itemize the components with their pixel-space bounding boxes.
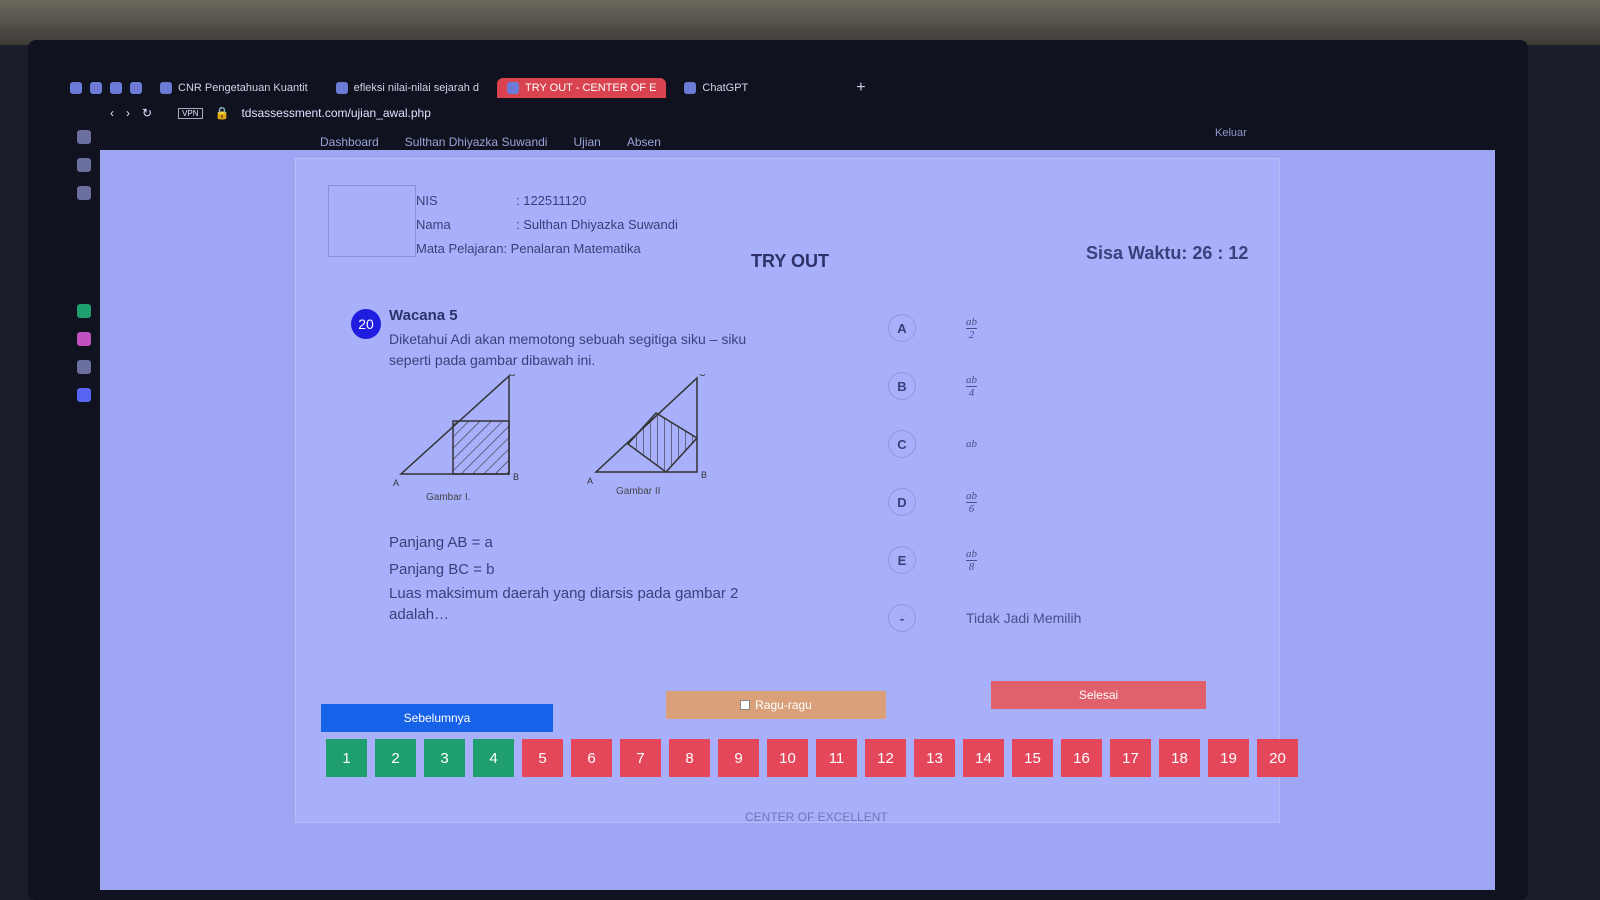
nav-absen[interactable]: Absen [627, 135, 661, 149]
sidebar-app-icon[interactable] [77, 186, 91, 200]
option-a[interactable]: Aab 2 [888, 299, 1081, 357]
globe-icon [335, 82, 348, 94]
question-nav-unanswered[interactable]: 11 [816, 739, 857, 777]
question-nav-answered[interactable]: 3 [424, 739, 465, 777]
question-nav-unanswered[interactable]: 18 [1159, 739, 1200, 777]
browser-sidebar [72, 130, 96, 402]
svg-text:B: B [513, 472, 519, 482]
question-nav-answered[interactable]: 1 [326, 739, 367, 777]
browser-tab[interactable]: ChatGPT [674, 78, 758, 98]
site-nav: Dashboard Sulthan Dhiyazka Suwandi Ujian… [320, 135, 661, 149]
question-nav-unanswered[interactable]: 17 [1110, 739, 1151, 777]
bookmark-icon[interactable] [70, 82, 82, 94]
question-number-badge: 20 [351, 309, 381, 339]
lock-icon: 🔒 [214, 106, 230, 120]
vpn-badge[interactable]: VPN [178, 107, 203, 119]
option-c[interactable]: Cab [888, 415, 1081, 473]
answer-options: Aab 2 Bab 4 Cab Dab 6 Eab 8 - Tidak Jadi Memi… [888, 299, 1081, 647]
forward-icon[interactable]: › [126, 106, 130, 120]
doubt-checkbox[interactable] [740, 700, 751, 710]
url-text[interactable]: tdsassessment.com/ujian_awal.php [241, 106, 430, 120]
question-nav-answered[interactable]: 4 [473, 739, 514, 777]
question-nav-unanswered[interactable]: 7 [620, 739, 661, 777]
figure-1-caption: Gambar I. [426, 492, 471, 503]
svg-text:B: B [701, 470, 707, 480]
svg-text:A: A [587, 476, 593, 486]
address-bar[interactable]: ‹ › ↻ VPN 🔒 tdsassessment.com/ujian_awal.p… [110, 106, 431, 120]
browser-tab-bar: CNR Pengetahuan Kuantit efleksi nilai-ni… [70, 74, 1470, 102]
logout-link[interactable]: Keluar [1215, 127, 1247, 139]
reload-icon[interactable]: ↻ [142, 106, 152, 120]
question-nav-unanswered[interactable]: 5 [522, 739, 563, 777]
option-d[interactable]: Dab 6 [888, 473, 1081, 531]
question-nav-unanswered[interactable]: 13 [914, 739, 955, 777]
figure-2 [594, 376, 699, 474]
option-e[interactable]: Eab 8 [888, 531, 1081, 589]
question-nav-unanswered[interactable]: 10 [767, 739, 808, 777]
whatsapp-icon[interactable] [77, 304, 91, 318]
student-info: NIS: 122511120 Nama: Sulthan Dhiyazka Su… [416, 193, 678, 256]
nav-profile[interactable]: Sulthan Dhiyazka Suwandi [405, 135, 548, 149]
sidebar-app-icon[interactable] [77, 130, 91, 144]
figure-1 [399, 374, 510, 475]
browser-tab-active[interactable]: TRY OUT - CENTER OF E [497, 78, 667, 98]
bookmark-icon[interactable] [90, 82, 102, 94]
question-nav-unanswered[interactable]: 16 [1061, 739, 1102, 777]
browser-tab[interactable]: efleksi nilai-nilai sejarah d [326, 78, 489, 98]
option-none[interactable]: - Tidak Jadi Memilih [888, 589, 1081, 647]
sidebar-app-icon[interactable] [77, 158, 91, 172]
question-navigation: 1 2 3 4 5 6 7 8 9 10 11 12 13 14 15 16 17 18 19 20 [326, 739, 1298, 777]
question-figures: A B C A B C Gambar I. Gambar II [391, 368, 731, 519]
question-text: Diketahui Adi akan memotong sebuah segit… [389, 331, 747, 368]
nav-dashboard[interactable]: Dashboard [320, 135, 379, 149]
chatgpt-icon [684, 82, 697, 94]
option-b[interactable]: Bab 4 [888, 357, 1081, 415]
question-nav-unanswered[interactable]: 12 [865, 739, 906, 777]
question-heading: Wacana 5 [389, 307, 458, 324]
page-title: TRY OUT [751, 251, 830, 271]
doubt-button[interactable]: Ragu-ragu [666, 691, 886, 719]
browser-tab[interactable]: CNR Pengetahuan Kuantit [150, 78, 318, 98]
instagram-icon[interactable] [77, 332, 91, 346]
question-details: Panjang AB = a Panjang BC = b Luas maksi… [389, 534, 739, 623]
drive-icon [160, 82, 172, 94]
finish-button[interactable]: Selesai [991, 681, 1206, 709]
exam-card: NIS: 122511120 Nama: Sulthan Dhiyazka Su… [295, 158, 1298, 823]
previous-button[interactable]: Sebelumnya [321, 704, 553, 732]
back-icon[interactable]: ‹ [110, 106, 114, 120]
svg-text:C: C [699, 374, 706, 378]
bookmark-icon[interactable] [130, 82, 142, 94]
question-nav-unanswered[interactable]: 8 [669, 739, 710, 777]
question-nav-unanswered[interactable]: 20 [1257, 739, 1298, 777]
globe-icon [507, 82, 519, 94]
figure-2-caption: Gambar II [616, 486, 661, 497]
new-tab-button[interactable]: + [856, 79, 865, 97]
bookmark-icon[interactable] [110, 82, 122, 94]
wall-background [0, 0, 1600, 45]
footer-text: CENTER OF EXCELLENT [745, 810, 888, 824]
question-nav-unanswered[interactable]: 19 [1208, 739, 1249, 777]
page-body: NIS: 122511120 Nama: Sulthan Dhiyazka Su… [100, 150, 1495, 890]
student-photo [328, 185, 416, 257]
question-nav-answered[interactable]: 2 [375, 739, 416, 777]
question-nav-unanswered[interactable]: 15 [1012, 739, 1053, 777]
discord-icon[interactable] [77, 388, 91, 402]
svg-text:A: A [393, 478, 399, 488]
x-icon[interactable] [77, 360, 91, 374]
countdown-timer: Sisa Waktu: 26 : 12 [1086, 243, 1249, 263]
question-nav-unanswered[interactable]: 9 [718, 739, 759, 777]
svg-text:C: C [509, 374, 516, 378]
question-nav-unanswered[interactable]: 14 [963, 739, 1004, 777]
question-nav-unanswered[interactable]: 6 [571, 739, 612, 777]
nav-ujian[interactable]: Ujian [573, 135, 600, 149]
